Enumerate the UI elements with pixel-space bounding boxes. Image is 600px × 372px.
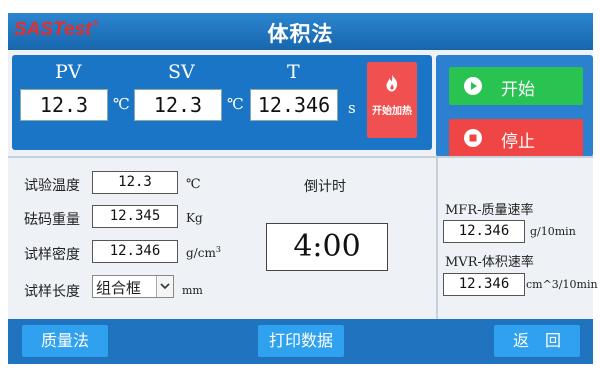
test-temp-label: 试验温度 [24, 178, 80, 194]
t-value: 12.346 [250, 89, 338, 121]
mfr-unit: g/10min [530, 225, 576, 238]
start-label: 开始 [501, 80, 535, 100]
sv-value: 12.3 [134, 89, 222, 121]
flame-icon [386, 74, 398, 92]
t-unit: s [348, 99, 356, 117]
stop-label: 停止 [501, 132, 535, 152]
title-bar: SASTest® 体积法 [8, 13, 593, 50]
length-select[interactable]: 组合框 [92, 275, 174, 298]
mvr-value: 12.346 [443, 273, 525, 296]
chevron-down-icon[interactable] [156, 276, 173, 297]
density-unit-base: g/cm [186, 246, 216, 260]
print-data-button[interactable]: 打印数据 [258, 325, 344, 357]
density-input[interactable]: 12.346 [92, 240, 178, 263]
hmi-screen: SASTest® 体积法 PV SV T 12.3 ℃ 12.3 ℃ 12.34… [8, 13, 598, 364]
page-title: 体积法 [267, 22, 334, 46]
start-heating-button[interactable]: 开始加热 [367, 62, 417, 138]
mvr-label: MVR-体积速率 [445, 255, 534, 270]
mvr-unit: cm^3/10min [526, 278, 598, 291]
play-icon [464, 77, 482, 95]
density-label: 试样密度 [24, 247, 80, 263]
pv-label: PV [55, 61, 82, 83]
pv-value: 12.3 [20, 89, 108, 121]
weight-unit: Kg [186, 211, 203, 225]
mfr-label: MFR-质量速率 [445, 203, 534, 218]
countdown-display: 4:00 [266, 223, 388, 271]
sv-label: SV [168, 61, 195, 83]
stop-icon [464, 129, 482, 147]
countdown-label: 倒计时 [304, 179, 346, 195]
test-temp-unit: ℃ [186, 177, 201, 192]
stop-button[interactable]: 停止 [449, 119, 583, 157]
bottom-nav-bar: 质量法 打印数据 返 回 [8, 319, 593, 364]
readings-panel: PV SV T 12.3 ℃ 12.3 ℃ 12.346 s 开始加热 [12, 55, 432, 150]
length-select-value: 组合框 [96, 279, 142, 297]
mass-method-button[interactable]: 质量法 [22, 325, 108, 357]
pv-unit: ℃ [113, 95, 130, 113]
weight-input[interactable]: 12.345 [92, 205, 178, 228]
length-unit: mm [182, 284, 203, 297]
t-label: T [287, 61, 300, 83]
density-unit-exponent: 3 [215, 245, 221, 254]
length-label: 试样长度 [24, 284, 80, 300]
divider-horizontal [8, 156, 593, 158]
start-button[interactable]: 开始 [449, 67, 583, 105]
divider-vertical [436, 156, 438, 319]
density-unit: g/cm3 [186, 245, 221, 260]
control-panel: 开始 停止 [436, 55, 593, 157]
sv-unit: ℃ [227, 95, 244, 113]
test-temp-input[interactable]: 12.3 [92, 171, 178, 194]
start-heating-label: 开始加热 [372, 106, 412, 117]
back-button[interactable]: 返 回 [494, 325, 580, 357]
mfr-value: 12.346 [443, 220, 525, 243]
weight-label: 砝码重量 [24, 212, 80, 228]
